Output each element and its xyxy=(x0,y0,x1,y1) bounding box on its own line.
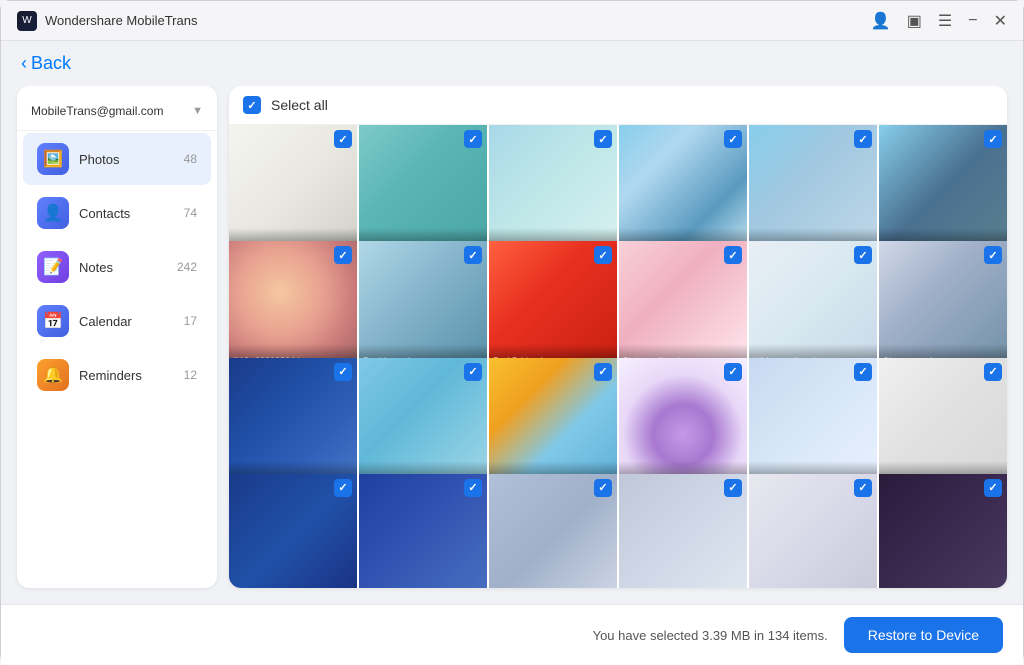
photo-checkbox[interactable] xyxy=(464,130,482,148)
photo-checkbox[interactable] xyxy=(724,479,742,497)
photo-cell[interactable]: Circular arcade.jpg xyxy=(229,125,357,253)
reminders-count: 12 xyxy=(184,368,197,382)
photo-checkbox[interactable] xyxy=(334,479,352,497)
user-icon[interactable]: 👤 xyxy=(871,11,891,31)
photo-cell[interactable]: Glass gradient.jpg xyxy=(359,358,487,486)
photo-cell[interactable]: IMG_20200224.jpg xyxy=(229,241,357,369)
photo-checkbox[interactable] xyxy=(854,246,872,264)
photo-cell[interactable]: Red Bridge.jpg xyxy=(489,241,617,369)
photo-cell[interactable]: Residence.jpg xyxy=(359,241,487,369)
sidebar-item-photos[interactable]: 🖼️ Photos 48 xyxy=(23,133,211,185)
app-icon: W xyxy=(17,11,37,31)
photo-cell[interactable]: Sea wave.jpg xyxy=(229,358,357,486)
photo-checkbox[interactable] xyxy=(724,363,742,381)
photo-checkbox[interactable] xyxy=(464,363,482,381)
photos-label: Photos xyxy=(79,152,174,167)
back-label: Back xyxy=(31,53,71,74)
photo-cell[interactable]: Fluid gradient.jpg xyxy=(489,125,617,253)
photo-cell[interactable]: Evening sky.jpg xyxy=(619,125,747,253)
notes-count: 242 xyxy=(177,260,197,274)
photo-checkbox[interactable] xyxy=(334,363,352,381)
photos-count: 48 xyxy=(184,152,197,166)
reminders-icon: 🔔 xyxy=(37,359,69,391)
photo-cell[interactable]: summer.jpg xyxy=(749,125,877,253)
photo-checkbox[interactable] xyxy=(594,363,612,381)
photo-checkbox[interactable] xyxy=(594,479,612,497)
sidebar-item-contacts[interactable]: 👤 Contacts 74 xyxy=(23,187,211,239)
photo-cell[interactable] xyxy=(879,474,1007,588)
photo-checkbox[interactable] xyxy=(334,130,352,148)
photos-icon: 🖼️ xyxy=(37,143,69,175)
contacts-icon: 👤 xyxy=(37,197,69,229)
photo-checkbox[interactable] xyxy=(594,130,612,148)
photo-checkbox[interactable] xyxy=(984,130,1002,148)
reminders-label: Reminders xyxy=(79,368,174,383)
photo-checkbox[interactable] xyxy=(984,246,1002,264)
photo-checkbox[interactable] xyxy=(984,363,1002,381)
window-icon[interactable]: ▣ xyxy=(907,11,922,31)
notes-label: Notes xyxy=(79,260,167,275)
sidebar: MobileTrans@gmail.com ▼ 🖼️ Photos 48 👤 C… xyxy=(17,86,217,588)
photo-checkbox[interactable] xyxy=(464,479,482,497)
select-all-checkbox[interactable] xyxy=(243,96,261,114)
dropdown-arrow-icon: ▼ xyxy=(192,105,203,117)
photo-cell[interactable] xyxy=(749,474,877,588)
photo-cell[interactable]: White gradient.jpg xyxy=(749,241,877,369)
photo-checkbox[interactable] xyxy=(464,246,482,264)
calendar-count: 17 xyxy=(184,314,197,328)
photo-checkbox[interactable] xyxy=(854,363,872,381)
photo-cell[interactable]: Staircase room.jpg xyxy=(359,125,487,253)
sidebar-item-calendar[interactable]: 📅 Calendar 17 xyxy=(23,295,211,347)
photo-cell[interactable] xyxy=(359,474,487,588)
close-icon[interactable]: ✕ xyxy=(994,11,1007,31)
back-chevron: ‹ xyxy=(21,53,27,74)
photo-cell[interactable]: Orange gradient.jpg xyxy=(489,358,617,486)
calendar-icon: 📅 xyxy=(37,305,69,337)
photo-checkbox[interactable] xyxy=(854,479,872,497)
account-name: MobileTrans@gmail.com xyxy=(31,104,163,118)
photo-panel: Select all Circular arcade.jpgStaircase … xyxy=(229,86,1007,588)
photo-checkbox[interactable] xyxy=(724,130,742,148)
photo-checkbox[interactable] xyxy=(854,130,872,148)
calendar-label: Calendar xyxy=(79,314,174,329)
select-all-label: Select all xyxy=(271,97,328,113)
app-title: Wondershare MobileTrans xyxy=(45,13,197,28)
photo-cell[interactable]: Water drop wave.jpg xyxy=(619,358,747,486)
photo-cell[interactable]: Gradual weakness.jpg xyxy=(749,358,877,486)
status-text: You have selected 3.39 MB in 134 items. xyxy=(593,628,828,643)
account-selector[interactable]: MobileTrans@gmail.com ▼ xyxy=(17,96,217,131)
sidebar-item-notes[interactable]: 📝 Notes 242 xyxy=(23,241,211,293)
select-all-bar: Select all xyxy=(229,86,1007,125)
photo-cell[interactable] xyxy=(619,474,747,588)
contacts-count: 74 xyxy=(184,206,197,220)
photo-cell[interactable] xyxy=(229,474,357,588)
photo-cell[interactable]: White building.jpg xyxy=(879,358,1007,486)
titlebar-left: W Wondershare MobileTrans xyxy=(17,11,197,31)
photo-checkbox[interactable] xyxy=(334,246,352,264)
contacts-label: Contacts xyxy=(79,206,174,221)
content-area: MobileTrans@gmail.com ▼ 🖼️ Photos 48 👤 C… xyxy=(1,86,1023,604)
photo-checkbox[interactable] xyxy=(594,246,612,264)
titlebar: W Wondershare MobileTrans 👤 ▣ ☰ − ✕ xyxy=(1,1,1023,41)
bottom-bar: You have selected 3.39 MB in 134 items. … xyxy=(1,604,1023,665)
restore-button[interactable]: Restore to Device xyxy=(844,617,1003,653)
titlebar-controls: 👤 ▣ ☰ − ✕ xyxy=(871,11,1007,31)
photo-cell[interactable]: large building.jpg xyxy=(879,125,1007,253)
menu-icon[interactable]: ☰ xyxy=(938,11,952,31)
sidebar-item-reminders[interactable]: 🔔 Reminders 12 xyxy=(23,349,211,401)
photo-cell[interactable] xyxy=(489,474,617,588)
photo-checkbox[interactable] xyxy=(984,479,1002,497)
notes-icon: 📝 xyxy=(37,251,69,283)
photo-cell[interactable]: Skyscraper.jpg xyxy=(879,241,1007,369)
photo-grid: Circular arcade.jpgStaircase room.jpgFlu… xyxy=(229,125,1007,588)
photo-checkbox[interactable] xyxy=(724,246,742,264)
photo-cell[interactable]: Pink gradient.jpg xyxy=(619,241,747,369)
back-bar[interactable]: ‹ Back xyxy=(1,41,1023,86)
main-container: ‹ Back MobileTrans@gmail.com ▼ 🖼️ Photos… xyxy=(1,41,1023,665)
minimize-icon[interactable]: − xyxy=(968,12,977,30)
